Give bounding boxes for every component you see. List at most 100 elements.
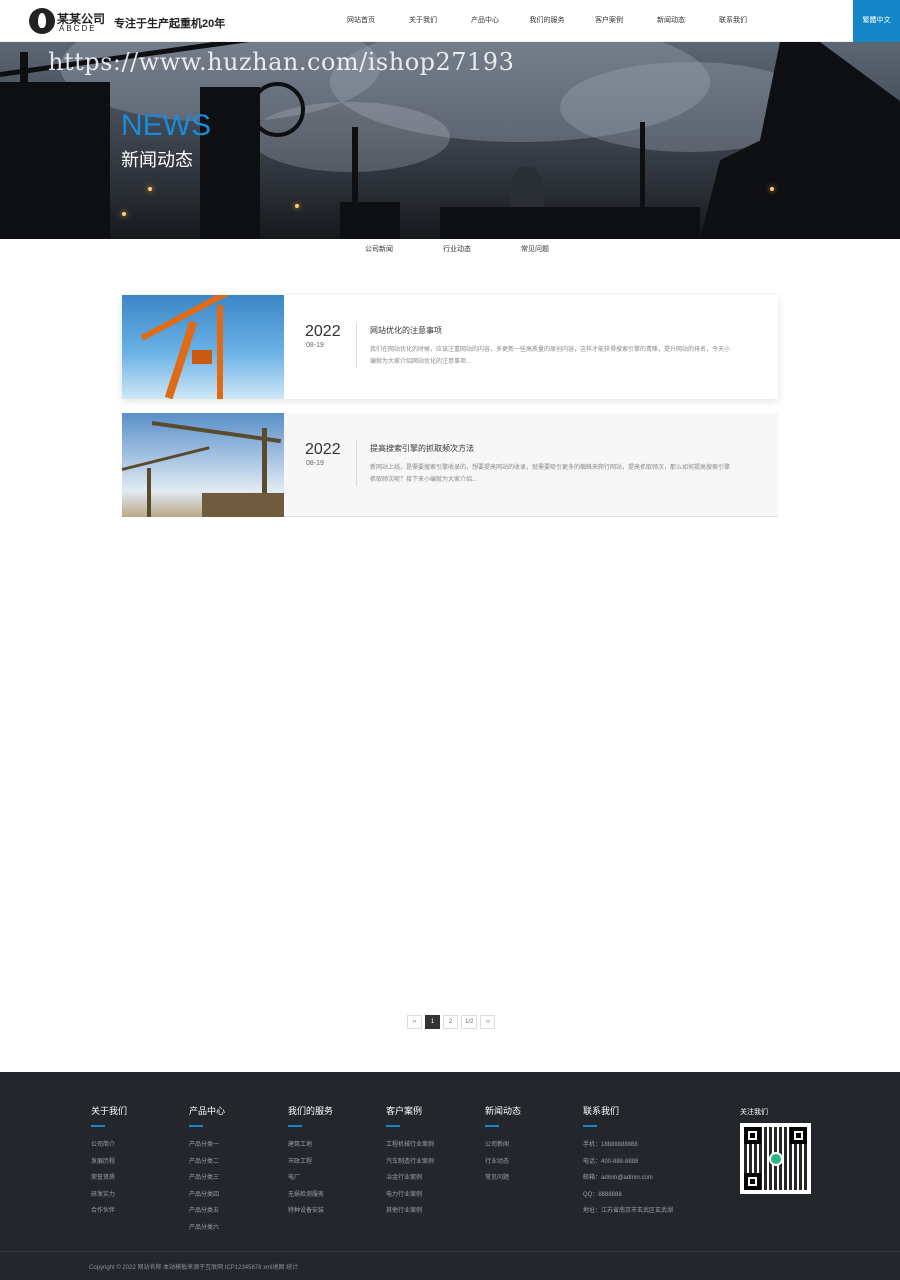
pagination: ‹‹ 1 2 1/2 ›› [407, 1015, 496, 1029]
wheel-silhouette [250, 82, 305, 137]
tab-faq[interactable]: 常见问题 [496, 244, 574, 262]
qr-home-icon [769, 1152, 783, 1166]
crane-silhouette [20, 52, 28, 102]
news-summary: 新网站上线，是需要搜索引擎收录的，想要提高网站的收录，就需要吸引更多的蜘蛛来爬行… [370, 465, 731, 483]
news-title[interactable]: 网站优化的注意事项 [370, 325, 442, 336]
news-thumbnail-construction[interactable] [122, 413, 284, 517]
heading-underline [583, 1125, 597, 1127]
footer-link[interactable]: 工程机械行业案例 [386, 1137, 484, 1154]
footer-link[interactable]: 产品分类六 [189, 1220, 287, 1237]
header-slogan: 专注于生产起重机20年 [114, 18, 226, 30]
contact-address: 地址：江苏省南京市玄武区玄武湖 [583, 1208, 674, 1214]
footer-link[interactable]: 产品分类一 [189, 1137, 287, 1154]
banner-title-en: NEWS [121, 109, 211, 142]
footer-link[interactable]: 市政工程 [288, 1154, 386, 1171]
footer-link[interactable]: 合作伙伴 [91, 1203, 189, 1220]
light-dot [770, 187, 774, 191]
tab-company-news[interactable]: 公司新闻 [340, 244, 418, 262]
nav-item-news[interactable]: 新闻动态 [640, 0, 702, 42]
contact-email[interactable]: 邮箱：admin@admin.com [583, 1170, 723, 1187]
last-page-button[interactable]: ›› [480, 1015, 496, 1029]
qr-finder [790, 1127, 807, 1144]
footer-link[interactable]: 行业动态 [485, 1154, 583, 1171]
news-banner: https://www.huzhan.com/ishop27193 NEWS 新… [0, 42, 900, 239]
nav-item-cases[interactable]: 客户案例 [578, 0, 640, 42]
footer-link[interactable]: 电力行业案例 [386, 1187, 484, 1204]
footer-column-news: 新闻动态 公司新闻 行业动态 常见问题 [485, 1104, 583, 1187]
footer-link[interactable]: 其他行业案例 [386, 1203, 484, 1220]
first-page-button[interactable]: ‹‹ [407, 1015, 422, 1029]
footer-link[interactable]: 研发实力 [91, 1187, 189, 1204]
tab-industry-news[interactable]: 行业动态 [418, 244, 496, 262]
divider [356, 441, 357, 486]
footer-column-services: 我们的服务 建筑工地 市政工程 电厂 无损检测服务 特种设备安装 [288, 1104, 386, 1220]
heading-underline [386, 1125, 400, 1127]
footer-link[interactable]: 常见问题 [485, 1170, 583, 1187]
footer-column-about: 关于我们 公司简介 发展历程 荣誉资质 研发实力 合作伙伴 [91, 1104, 189, 1220]
footer-link[interactable]: 发展历程 [91, 1154, 189, 1171]
footer-link[interactable]: 产品分类五 [189, 1203, 287, 1220]
page-indicator: 1/2 [461, 1015, 478, 1029]
crane-jib [140, 295, 268, 341]
nav-item-services[interactable]: 我们的服务 [516, 0, 578, 42]
crane-jib [122, 446, 210, 471]
banner-title-cn: 新闻动态 [121, 150, 193, 170]
qr-title: 关注我们 [740, 1109, 768, 1116]
crane-mast [217, 305, 223, 399]
news-date: 08-19 [306, 342, 324, 349]
watermark-url: https://www.huzhan.com/ishop27193 [48, 48, 515, 76]
news-year: 2022 [305, 441, 341, 458]
light-dot [122, 212, 126, 216]
qr-pattern [744, 1127, 807, 1190]
heading-underline [288, 1125, 302, 1127]
footer-link[interactable]: 建筑工地 [288, 1137, 386, 1154]
nav-item-contact[interactable]: 联系我们 [702, 0, 764, 42]
page-1-button[interactable]: 1 [425, 1015, 440, 1029]
nav-item-products[interactable]: 产品中心 [454, 0, 516, 42]
footer-heading: 我们的服务 [288, 1106, 334, 1116]
footer-link[interactable]: 荣誉资质 [91, 1170, 189, 1187]
footer-link[interactable]: 无损检测服务 [288, 1187, 386, 1204]
footer-column-contact: 联系我们 手机：18888888888 电话：400-888-8888 邮箱：a… [583, 1104, 723, 1220]
building-site [202, 493, 284, 517]
news-category-tabs: 公司新闻 行业动态 常见问题 [340, 244, 574, 262]
qr-finder [744, 1173, 761, 1190]
city-silhouette [440, 207, 700, 239]
footer-column-cases: 客户案例 工程机械行业案例 汽车制造行业案例 冶金行业案例 电力行业案例 其他行… [386, 1104, 484, 1220]
news-date: 08-19 [306, 460, 324, 467]
footer-heading: 联系我们 [583, 1106, 620, 1116]
nav-item-about[interactable]: 关于我们 [392, 0, 454, 42]
crane-silhouette [640, 122, 645, 239]
footer-link[interactable]: 汽车制造行业案例 [386, 1154, 484, 1171]
heading-underline [485, 1125, 499, 1127]
page-2-button[interactable]: 2 [443, 1015, 458, 1029]
footer-link[interactable]: 产品分类四 [189, 1187, 287, 1204]
footer-heading: 新闻动态 [485, 1106, 522, 1116]
footer-heading: 关于我们 [91, 1106, 128, 1116]
news-thumbnail-crane[interactable] [122, 295, 284, 399]
copyright-text: Copyright © 2022 网站名称 本站模板来源于互联网 ICP1234… [89, 1265, 299, 1271]
divider [356, 323, 357, 368]
footer-link[interactable]: 冶金行业案例 [386, 1170, 484, 1187]
crane-mast [147, 468, 151, 517]
footer-link[interactable]: 电厂 [288, 1170, 386, 1187]
news-item[interactable]: 2022 08-19 提高搜索引擎的抓取频次方法 新网站上线，是需要搜索引擎收录… [122, 413, 778, 517]
footer-link[interactable]: 产品分类二 [189, 1154, 287, 1171]
language-switch-button[interactable]: 繁體中文 [853, 0, 900, 42]
footer-divider [0, 1251, 900, 1252]
news-title[interactable]: 提高搜索引擎的抓取频次方法 [370, 443, 474, 454]
qr-finder [744, 1127, 761, 1144]
news-summary: 我们在网站优化的时候，应该注重网站的内容，多更新一些高质量的原创内容，这样才能获… [370, 347, 731, 365]
main-nav: 网站首页 关于我们 产品中心 我们的服务 客户案例 新闻动态 联系我们 [330, 0, 764, 42]
footer-heading: 产品中心 [189, 1106, 226, 1116]
heading-underline [189, 1125, 203, 1127]
footer-link[interactable]: 公司新闻 [485, 1137, 583, 1154]
news-year: 2022 [305, 323, 341, 340]
footer-link[interactable]: 公司简介 [91, 1137, 189, 1154]
footer-link[interactable]: 产品分类三 [189, 1170, 287, 1187]
nav-item-home[interactable]: 网站首页 [330, 0, 392, 42]
footer-link[interactable]: 特种设备安装 [288, 1203, 386, 1220]
light-dot [148, 187, 152, 191]
company-logo[interactable]: 某某公司 ABCDE [29, 8, 105, 36]
news-item[interactable]: 2022 08-19 网站优化的注意事项 我们在网站优化的时候，应该注重网站的内… [122, 295, 778, 399]
